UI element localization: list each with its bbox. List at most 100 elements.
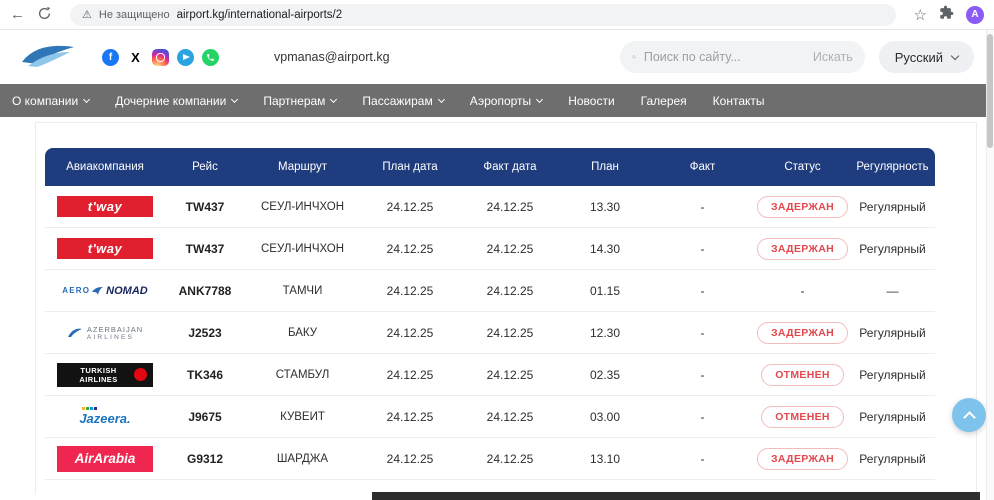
airline-cell: AERO NOMAD	[45, 285, 165, 297]
regularity: Регулярный	[850, 368, 935, 382]
status-cell: ОТМЕНЕН	[755, 364, 850, 386]
table-header-row: Авиакомпания Рейс Маршрут План дата Факт…	[45, 148, 935, 186]
search-button[interactable]: Искать	[813, 50, 853, 64]
plan-time: 03.00	[560, 410, 650, 424]
tway-airline-logo: t'way	[57, 196, 153, 217]
nav-item-news[interactable]: Новости	[568, 94, 614, 108]
bookmark-star-icon[interactable]: ☆	[914, 6, 927, 24]
language-selector[interactable]: Русский	[879, 41, 974, 73]
whatsapp-icon[interactable]	[202, 49, 219, 66]
not-secure-warning-icon: ⚠	[82, 8, 92, 21]
turkish-emblem-icon	[134, 368, 147, 381]
fact-time: -	[650, 452, 755, 466]
x-twitter-icon[interactable]: X	[127, 49, 144, 66]
status-cell: ЗАДЕРЖАН	[755, 196, 850, 218]
nav-label: Дочерние компании	[115, 94, 226, 108]
facebook-icon[interactable]: f	[102, 49, 119, 66]
column-header: Авиакомпания	[45, 161, 165, 173]
status-badge: ОТМЕНЕН	[761, 406, 844, 428]
contact-email[interactable]: vpmanas@airport.kg	[274, 50, 390, 64]
plan-date: 24.12.25	[360, 284, 460, 298]
table-row: AERO NOMAD ANK7788 ТАМЧИ 24.12.25 24.12.…	[45, 270, 935, 312]
column-header: План дата	[360, 161, 460, 173]
table-row: Jazeera. J9675 КУВЕЙТ 24.12.25 24.12.25 …	[45, 396, 935, 438]
chevron-down-icon	[231, 95, 238, 102]
airport-logo[interactable]	[20, 42, 76, 73]
nav-item-contacts[interactable]: Контакты	[713, 94, 765, 108]
flight-number: TW437	[165, 242, 245, 256]
telegram-icon[interactable]	[177, 49, 194, 66]
nav-label: О компании	[12, 94, 78, 108]
fact-time: -	[650, 242, 755, 256]
regularity: Регулярный	[850, 410, 935, 424]
airline-cell: AZERBAIJAN AIRLINES	[45, 325, 165, 341]
plan-time: 12.30	[560, 326, 650, 340]
instagram-icon[interactable]	[152, 49, 169, 66]
nav-label: Партнерам	[263, 94, 325, 108]
chevron-up-icon	[963, 411, 976, 424]
bird-icon	[92, 286, 104, 296]
flight-number: TW437	[165, 200, 245, 214]
fact-date: 24.12.25	[460, 368, 560, 382]
flight-number: J2523	[165, 326, 245, 340]
column-header: Маршрут	[245, 161, 360, 173]
status-cell: ЗАДЕРЖАН	[755, 322, 850, 344]
plan-time: 01.15	[560, 284, 650, 298]
main-nav: О компании Дочерние компании Партнерам П…	[0, 84, 994, 117]
chevron-down-icon	[438, 95, 445, 102]
search-input[interactable]	[644, 50, 805, 64]
flight-number: J9675	[165, 410, 245, 424]
nav-item-subsidiaries[interactable]: Дочерние компании	[115, 94, 237, 108]
route: ШАРДЖА	[245, 453, 360, 465]
flight-number: TK346	[165, 368, 245, 382]
fact-date: 24.12.25	[460, 410, 560, 424]
scroll-to-top-button[interactable]	[952, 398, 986, 432]
logo-text: AZERBAIJAN AIRLINES	[87, 325, 143, 341]
nav-item-partners[interactable]: Партнерам	[263, 94, 336, 108]
table-row: t'way TW437 СЕУЛ-ИНЧХОН 24.12.25 24.12.2…	[45, 186, 935, 228]
nav-label: Галерея	[641, 94, 687, 108]
extensions-puzzle-icon[interactable]	[939, 5, 954, 25]
fact-time: -	[650, 410, 755, 424]
tway-airline-logo: t'way	[57, 238, 153, 259]
address-bar[interactable]: ⚠ Не защищено airport.kg/international-a…	[70, 4, 896, 26]
regularity: Регулярный	[850, 326, 935, 340]
back-icon[interactable]: ←	[10, 7, 25, 22]
search-icon	[632, 50, 636, 64]
plan-date: 24.12.25	[360, 242, 460, 256]
nav-item-airports[interactable]: Аэропорты	[470, 94, 542, 108]
plan-date: 24.12.25	[360, 368, 460, 382]
nav-label: Новости	[568, 94, 614, 108]
fact-time: -	[650, 326, 755, 340]
plan-date: 24.12.25	[360, 326, 460, 340]
azerbaijan-airlines-logo: AZERBAIJAN AIRLINES	[67, 325, 143, 341]
mosaic-icon	[82, 407, 97, 410]
profile-avatar[interactable]: A	[966, 6, 984, 24]
nav-item-passengers[interactable]: Пассажирам	[362, 94, 443, 108]
status-badge: ЗАДЕРЖАН	[757, 448, 848, 470]
plan-time: 14.30	[560, 242, 650, 256]
flight-number: ANK7788	[165, 284, 245, 298]
column-header: Факт	[650, 161, 755, 173]
status-badge: ЗАДЕРЖАН	[757, 238, 848, 260]
airline-cell: TURKISH AIRLINES	[45, 363, 165, 387]
nav-label: Аэропорты	[470, 94, 531, 108]
fact-date: 24.12.25	[460, 326, 560, 340]
security-label: Не защищено	[99, 9, 170, 21]
flights-table: Авиакомпания Рейс Маршрут План дата Факт…	[45, 148, 935, 480]
regularity: —	[850, 284, 935, 298]
url-text: airport.kg/international-airports/2	[177, 9, 343, 21]
reload-icon[interactable]	[37, 6, 52, 24]
scrollbar-thumb[interactable]	[987, 34, 993, 148]
site-search: Искать	[620, 41, 865, 73]
column-header: Рейс	[165, 161, 245, 173]
flight-number: G9312	[165, 452, 245, 466]
browser-toolbar: ← ⚠ Не защищено airport.kg/international…	[0, 0, 994, 30]
route: СТАМБУЛ	[245, 369, 360, 381]
logo-text: AERO	[62, 286, 90, 295]
airline-cell: t'way	[45, 238, 165, 259]
nav-item-gallery[interactable]: Галерея	[641, 94, 687, 108]
fact-time: -	[650, 284, 755, 298]
status-cell: -	[755, 284, 850, 298]
nav-item-about[interactable]: О компании	[12, 94, 89, 108]
